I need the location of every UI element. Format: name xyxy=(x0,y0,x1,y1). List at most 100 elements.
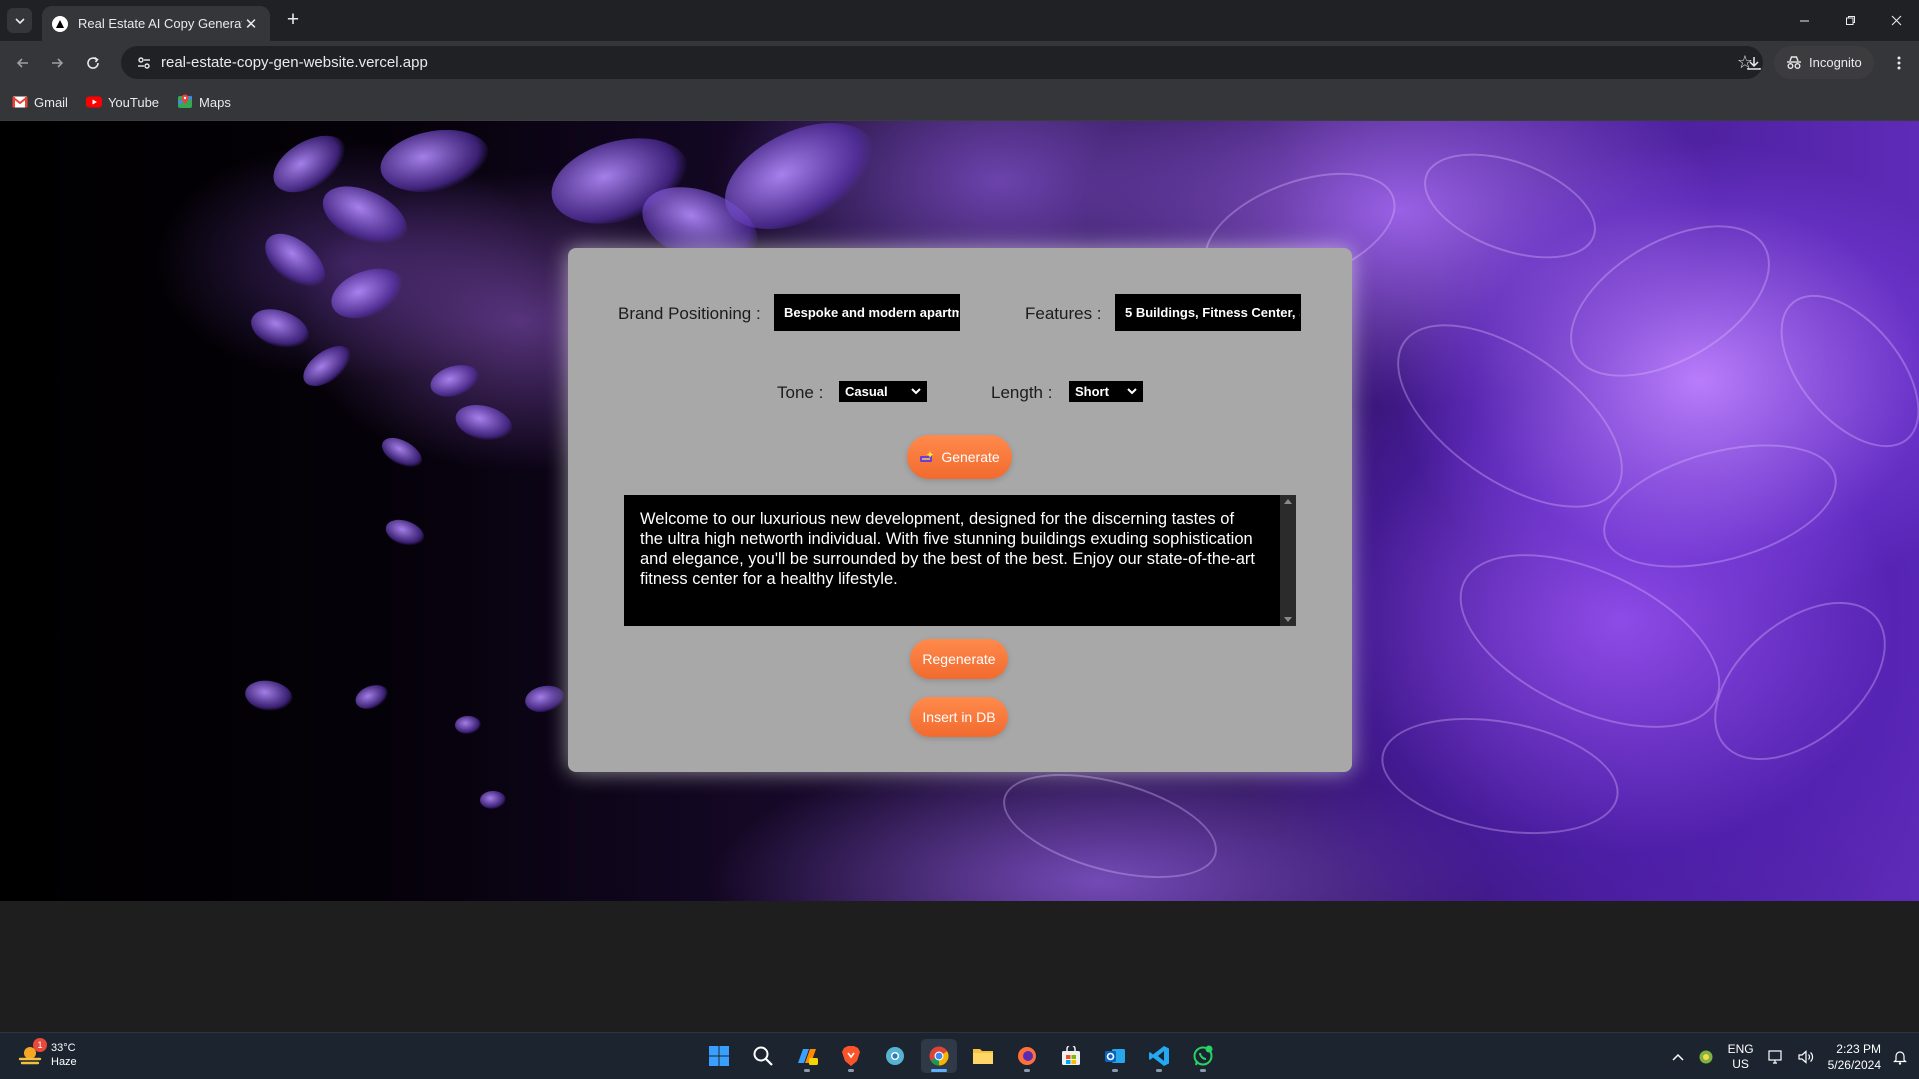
bookmark-label: Maps xyxy=(199,94,231,110)
magic-wand-icon xyxy=(920,451,934,462)
notification-bell-icon[interactable] xyxy=(1893,1049,1907,1065)
language-code: ENG xyxy=(1727,1041,1754,1056)
volume-icon[interactable] xyxy=(1798,1049,1814,1064)
chrome-app[interactable] xyxy=(921,1039,957,1073)
search-taskbar-button[interactable] xyxy=(745,1039,781,1073)
brand-positioning-label: Brand Positioning : xyxy=(618,304,761,323)
whatsapp-app[interactable] xyxy=(1185,1039,1221,1073)
close-window-button[interactable] xyxy=(1873,0,1919,41)
site-info-icon[interactable] xyxy=(127,55,161,71)
forward-arrow-icon xyxy=(52,58,64,68)
bookmark-youtube[interactable]: YouTube xyxy=(85,94,160,110)
insert-db-label: Insert in DB xyxy=(922,709,996,725)
toolbar-actions xyxy=(1740,49,1768,77)
browser-tab-bar: Real Estate AI Copy Generator ✕ + xyxy=(0,0,1919,41)
length-select[interactable]: Short xyxy=(1069,381,1143,402)
clock-date: 5/26/2024 xyxy=(1827,1057,1881,1072)
microsoft-store-app[interactable] xyxy=(1053,1039,1089,1073)
file-explorer-app[interactable] xyxy=(965,1039,1001,1073)
vscode-app[interactable] xyxy=(1141,1039,1177,1073)
chevron-down-icon xyxy=(911,388,921,395)
close-icon xyxy=(1891,15,1901,26)
insert-db-button[interactable]: Insert in DB xyxy=(910,697,1008,737)
system-tray: ENG US 2:23 PM 5/26/2024 xyxy=(1672,1033,1919,1079)
outlook-app[interactable] xyxy=(1097,1039,1133,1073)
incognito-label: Incognito xyxy=(1809,55,1862,70)
firefox-app[interactable] xyxy=(1009,1039,1045,1073)
folder-icon xyxy=(973,1049,993,1064)
tab-title: Real Estate AI Copy Generator xyxy=(78,16,242,31)
weather-notification-badge: 1 xyxy=(33,1038,47,1052)
tray-app-icon[interactable] xyxy=(1698,1049,1714,1065)
url-text[interactable]: real-estate-copy-gen-website.vercel.app xyxy=(161,54,1727,71)
generated-copy-textarea[interactable]: Welcome to our luxurious new development… xyxy=(624,495,1296,626)
generated-copy-text: Welcome to our luxurious new development… xyxy=(640,510,1255,588)
outlook-icon xyxy=(1105,1049,1125,1063)
back-button[interactable] xyxy=(9,49,37,77)
region-code: US xyxy=(1732,1056,1749,1071)
whatsapp-icon xyxy=(1193,1045,1213,1066)
start-button[interactable] xyxy=(701,1039,737,1073)
language-indicator[interactable]: ENG US xyxy=(1728,1042,1754,1072)
chevron-down-icon xyxy=(1127,388,1137,395)
new-tab-button[interactable]: + xyxy=(281,8,305,32)
edge-app[interactable] xyxy=(877,1039,913,1073)
bookmark-label: Gmail xyxy=(34,94,68,110)
bookmark-maps[interactable]: Maps xyxy=(177,94,231,110)
windows-taskbar: 1 33°C Haze ENG US 2:23 PM 5/26/2024 xyxy=(0,1032,1919,1079)
weather-widget[interactable]: 1 33°C Haze xyxy=(17,1038,77,1069)
browser-toolbar: real-estate-copy-gen-website.vercel.app … xyxy=(0,41,1919,84)
system-clock[interactable]: 2:23 PM 5/26/2024 xyxy=(1828,1041,1881,1073)
textarea-scrollbar[interactable] xyxy=(1280,495,1296,626)
browser-menu-button[interactable] xyxy=(1885,49,1913,77)
taskbar-apps xyxy=(701,1039,1229,1073)
kebab-menu-icon xyxy=(1897,56,1901,70)
browser-tab[interactable]: Real Estate AI Copy Generator ✕ xyxy=(42,6,270,41)
weather-temperature: 33°C xyxy=(51,1042,76,1054)
tab-close-icon[interactable]: ✕ xyxy=(242,15,260,33)
bookmark-label: YouTube xyxy=(107,94,160,110)
address-bar[interactable]: real-estate-copy-gen-website.vercel.app … xyxy=(121,46,1763,79)
incognito-chip[interactable]: Incognito xyxy=(1774,46,1874,79)
maps-icon xyxy=(177,94,193,110)
download-button[interactable] xyxy=(1740,49,1768,77)
show-hidden-icons-button[interactable] xyxy=(1672,1053,1684,1061)
copilot-app[interactable] xyxy=(789,1039,825,1073)
green-status-icon xyxy=(1699,1050,1713,1063)
minimize-button[interactable] xyxy=(1781,0,1827,41)
store-icon xyxy=(1062,1046,1080,1065)
brave-app[interactable] xyxy=(833,1039,869,1073)
generate-label: Generate xyxy=(941,449,1000,465)
features-label: Features : xyxy=(1025,304,1102,323)
tone-selected-value: Casual xyxy=(845,384,888,399)
tab-search-button[interactable] xyxy=(7,8,32,33)
vscode-icon xyxy=(1149,1046,1169,1066)
brave-browser-icon xyxy=(842,1046,860,1066)
regenerate-button[interactable]: Regenerate xyxy=(910,639,1008,679)
vercel-favicon-icon xyxy=(52,15,68,32)
forward-button[interactable] xyxy=(43,49,71,77)
page-viewport: Brand Positioning : Bespoke and modern a… xyxy=(0,121,1919,901)
network-icon[interactable] xyxy=(1768,1049,1784,1064)
chrome-alt-icon xyxy=(886,1047,904,1065)
copilot-icon xyxy=(798,1049,818,1065)
generate-button[interactable]: Generate xyxy=(907,435,1012,479)
scroll-down-icon[interactable] xyxy=(1284,617,1292,622)
reload-button[interactable] xyxy=(79,49,107,77)
weather-condition: Haze xyxy=(51,1056,77,1068)
download-icon xyxy=(1747,57,1761,70)
bookmark-gmail[interactable]: Gmail xyxy=(12,94,68,110)
scroll-up-icon[interactable] xyxy=(1284,499,1292,504)
windows-logo-icon xyxy=(709,1046,729,1066)
brand-positioning-input[interactable]: Bespoke and modern apartm xyxy=(774,294,960,331)
restore-button[interactable] xyxy=(1827,0,1873,41)
back-arrow-icon xyxy=(16,58,28,68)
copy-generator-card: Brand Positioning : Bespoke and modern a… xyxy=(568,248,1352,772)
chrome-icon xyxy=(929,1046,949,1066)
bookmarks-bar: Gmail YouTube Maps xyxy=(0,84,1919,121)
features-input[interactable]: 5 Buildings, Fitness Center, S xyxy=(1115,294,1301,331)
reload-icon xyxy=(87,56,99,69)
length-selected-value: Short xyxy=(1075,384,1109,399)
tone-select[interactable]: Casual xyxy=(839,381,927,402)
firefox-icon xyxy=(1018,1047,1036,1065)
